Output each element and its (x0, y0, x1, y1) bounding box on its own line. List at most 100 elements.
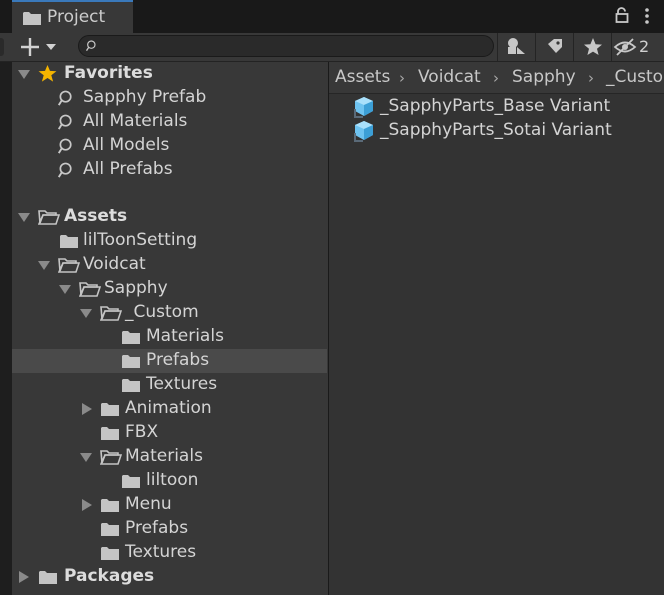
tree-item-label: Voidcat (83, 254, 146, 274)
search-icon (58, 90, 75, 107)
favorite-search-item[interactable]: All Materials (12, 110, 328, 134)
folder-open-icon (100, 449, 122, 465)
tree-item-label: Materials (146, 326, 224, 346)
tab-title: Project (47, 7, 106, 27)
collapsed-panel-edge (0, 38, 4, 56)
tree-item-prefabs[interactable]: Prefabs (12, 517, 328, 541)
more-options-icon[interactable] (643, 7, 651, 25)
folder-icon (38, 569, 58, 585)
add-asset-button[interactable] (20, 37, 60, 57)
collapse-arrow-icon[interactable] (82, 499, 92, 511)
asset-name: _SapphyParts_Sotai Variant (380, 120, 612, 140)
search-by-label-button[interactable] (535, 33, 574, 61)
search-icon (86, 40, 98, 52)
folder-open-icon (38, 209, 60, 225)
favorite-search-item[interactable]: All Models (12, 134, 328, 158)
search-icon (58, 114, 75, 131)
expand-arrow-icon[interactable] (80, 453, 92, 462)
favorite-button[interactable] (573, 33, 612, 61)
tree-item-menu[interactable]: Menu (12, 493, 328, 517)
folder-open-icon (58, 257, 80, 273)
favorite-search-item[interactable]: All Prefabs (12, 158, 328, 182)
tree-item-sapphy[interactable]: Sapphy (12, 277, 328, 301)
expand-arrow-icon[interactable] (38, 261, 50, 270)
tree-item-label: Prefabs (146, 350, 210, 370)
search-icon (58, 162, 75, 179)
lock-icon[interactable] (614, 7, 630, 23)
hidden-packages-icon (613, 38, 637, 56)
folder-icon (121, 329, 141, 345)
chevron-right-icon: › (399, 69, 405, 87)
tree-item-label: Textures (125, 542, 197, 562)
tree-item-label: All Materials (83, 111, 188, 131)
tree-item-label: _Custom (125, 302, 199, 322)
tree-item-liltoonsetting[interactable]: lilToonSetting (12, 229, 328, 253)
tree-item-label: Favorites (64, 63, 153, 83)
label-tag-icon (548, 39, 562, 53)
tree-item-label: Sapphy Prefab (83, 87, 207, 107)
tree-item-favorites[interactable]: Favorites (12, 62, 328, 86)
tree-item-voidcat[interactable]: Voidcat (12, 253, 328, 277)
tree-item-label: lilToonSetting (83, 230, 198, 250)
tree-item-packages[interactable]: Packages (12, 565, 328, 589)
tree-item-animation[interactable]: Animation (12, 397, 328, 421)
folder-icon (100, 497, 120, 513)
tree-item-assets[interactable]: Assets (12, 205, 328, 229)
breadcrumb: Assets › Voidcat › Sapphy › _Custom (329, 62, 664, 94)
star-icon (38, 64, 57, 82)
folder-icon (121, 377, 141, 393)
tree-item-label: Prefabs (125, 518, 189, 538)
search-input[interactable] (78, 35, 494, 57)
search-by-type-icon (508, 38, 525, 54)
asset-list-item[interactable]: _SapphyParts_Sotai Variant (329, 119, 664, 143)
folder-open-icon (79, 281, 101, 297)
expand-arrow-icon[interactable] (59, 285, 71, 294)
favorite-search-item[interactable]: Sapphy Prefab (12, 86, 328, 110)
tree-item-custom-prefabs[interactable]: Prefabs (12, 349, 328, 373)
tree-item-label: Textures (146, 374, 218, 394)
breadcrumb-item[interactable]: Assets (335, 67, 390, 87)
tree-item-label: Packages (64, 566, 155, 586)
folder-icon (100, 545, 120, 561)
expand-arrow-icon[interactable] (80, 309, 92, 318)
folder-icon (121, 473, 141, 489)
folder-icon (100, 521, 120, 537)
tree-item-custom-materials[interactable]: Materials (12, 325, 328, 349)
collapse-arrow-icon[interactable] (82, 403, 92, 415)
collapse-arrow-icon[interactable] (19, 571, 29, 583)
tree-item-label: Sapphy (104, 278, 168, 298)
tree-item-fbx[interactable]: FBX (12, 421, 328, 445)
breadcrumb-item[interactable]: _Custom (606, 67, 664, 87)
folder-open-icon (100, 305, 122, 321)
plus-icon (21, 38, 39, 56)
asset-list-item[interactable]: _SapphyParts_Base Variant (329, 95, 664, 119)
prefab-variant-icon (353, 96, 375, 118)
tree-item-label: FBX (125, 422, 159, 442)
folder-icon (121, 353, 141, 369)
tab-project[interactable]: Project (12, 0, 133, 33)
tree-item-label: Animation (125, 398, 212, 418)
search-by-type-button[interactable] (497, 33, 536, 61)
tree-item-liltoon[interactable]: liltoon (12, 469, 328, 493)
hidden-packages-count: 2 (639, 37, 650, 56)
favorite-star-icon (584, 38, 602, 55)
folder-icon (100, 425, 120, 441)
asset-name: _SapphyParts_Base Variant (380, 96, 611, 116)
folder-icon (59, 233, 79, 249)
breadcrumb-item[interactable]: Voidcat (418, 67, 481, 87)
chevron-right-icon: › (493, 69, 499, 87)
tree-item-custom[interactable]: _Custom (12, 301, 328, 325)
hidden-packages-button[interactable]: 2 (611, 33, 664, 61)
tree-item-label: liltoon (146, 470, 199, 490)
tree-item-label: All Models (83, 135, 170, 155)
tree-item-textures[interactable]: Textures (12, 541, 328, 565)
breadcrumb-item[interactable]: Sapphy (512, 67, 576, 87)
tree-item-label: Menu (125, 494, 172, 514)
expand-arrow-icon[interactable] (18, 70, 30, 79)
tree-item-custom-textures[interactable]: Textures (12, 373, 328, 397)
folder-icon (100, 401, 120, 417)
tree-item-label: All Prefabs (83, 159, 173, 179)
tree-item-label: Materials (125, 446, 203, 466)
expand-arrow-icon[interactable] (18, 213, 30, 222)
tree-item-materials[interactable]: Materials (12, 445, 328, 469)
